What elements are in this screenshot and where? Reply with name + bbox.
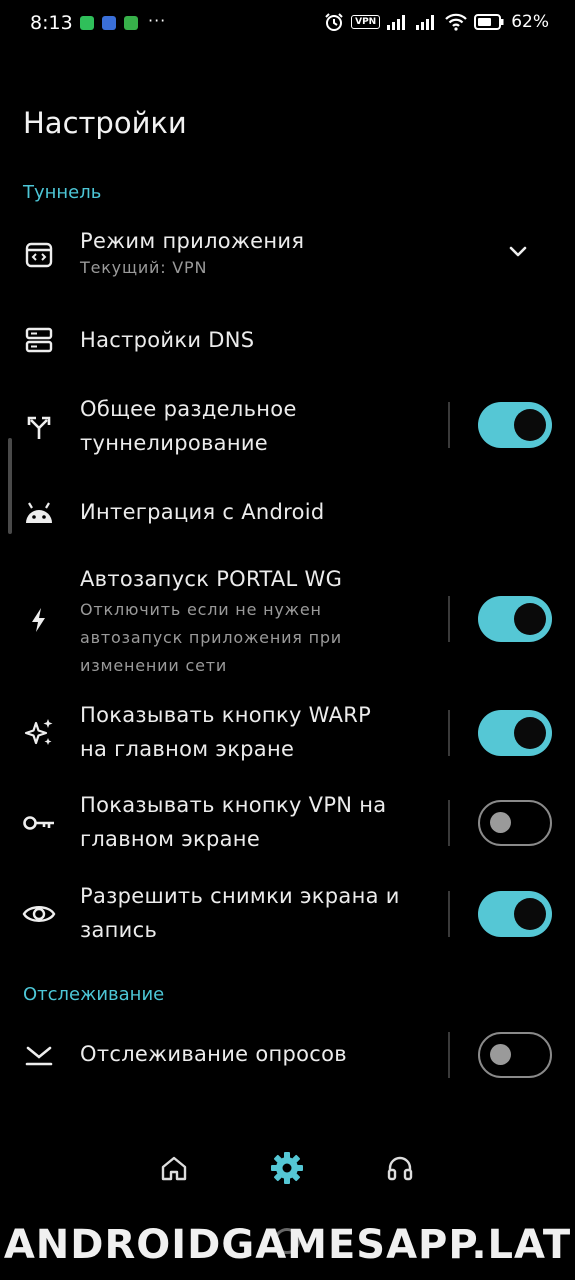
headset-icon: [387, 1156, 413, 1181]
app-notification-icon: [124, 15, 138, 30]
split-arrows-icon: [22, 410, 56, 444]
chevron-down-icon[interactable]: [505, 243, 531, 261]
divider: [448, 800, 450, 846]
battery-icon: [474, 14, 504, 30]
android-title: Интеграция с Android: [80, 500, 325, 524]
split-title-line2: туннелирование: [80, 431, 269, 455]
setting-allow-screenshots[interactable]: Разрешить снимки экрана и запись: [0, 879, 575, 951]
scrollbar[interactable]: [8, 438, 12, 534]
divider: [448, 891, 450, 937]
watermark: ANDROIDGAMESAPP.LAT: [3, 1222, 572, 1268]
bottom-navigation: [0, 1138, 575, 1198]
screenshots-title-line2: запись: [80, 918, 158, 942]
setting-split-tunneling[interactable]: Общее раздельное туннелирование: [0, 390, 575, 462]
dns-title: Настройки DNS: [80, 328, 255, 352]
status-bar: 8:13 ··· VPN 62%: [0, 0, 575, 48]
android-icon: [22, 496, 56, 530]
setting-show-vpn-button[interactable]: Показывать кнопку VPN на главном экране: [0, 788, 575, 860]
status-time: 8:13: [30, 12, 73, 34]
key-icon: [22, 806, 56, 840]
screenshots-title-line1: Разрешить снимки экрана и: [80, 884, 400, 908]
page-title: Настройки: [23, 106, 187, 140]
autostart-subtitle-line3: изменении сети: [80, 656, 228, 675]
setting-dns[interactable]: Настройки DNS: [0, 316, 575, 364]
vpn-button-title-line2: главном экране: [80, 827, 261, 851]
warp-button-toggle[interactable]: [478, 710, 552, 756]
setting-show-warp-button[interactable]: Показывать кнопку WARP на главном экране: [0, 698, 575, 770]
setting-android-integration[interactable]: Интеграция с Android: [0, 490, 575, 536]
tracking-icon: [22, 1038, 56, 1072]
nav-support[interactable]: [370, 1138, 430, 1198]
eye-icon: [22, 897, 56, 931]
signal-icon: [416, 15, 435, 30]
warp-title-line2: на главном экране: [80, 737, 295, 761]
divider: [448, 710, 450, 756]
divider: [448, 1032, 450, 1078]
autostart-subtitle-line2: автозапуск приложения при: [80, 628, 343, 647]
nav-settings[interactable]: [257, 1138, 317, 1198]
battery-percent: 62%: [511, 12, 549, 32]
app-notification-icon: [102, 15, 116, 30]
screenshots-toggle[interactable]: [478, 891, 552, 937]
split-title-line1: Общее раздельное: [80, 397, 297, 421]
vpn-button-toggle[interactable]: [478, 800, 552, 846]
divider: [448, 402, 450, 448]
warp-title-line1: Показывать кнопку WARP: [80, 703, 372, 727]
home-icon: [161, 1156, 187, 1181]
section-header-tracking: Отслеживание: [23, 984, 165, 1005]
setting-polling-tracking[interactable]: Отслеживание опросов: [0, 1031, 575, 1079]
whatsapp-icon: [80, 15, 94, 30]
bolt-icon: [22, 603, 56, 637]
vpn-status-icon: VPN: [351, 15, 381, 29]
code-window-icon: [22, 238, 56, 272]
setting-autostart[interactable]: Автозапуск PORTAL WG Отключить если не н…: [0, 562, 575, 678]
vpn-button-title-line1: Показывать кнопку VPN на: [80, 793, 387, 817]
polling-toggle[interactable]: [478, 1032, 552, 1078]
wifi-icon: [445, 13, 467, 31]
signal-icon: [387, 15, 406, 30]
nav-home[interactable]: [144, 1138, 204, 1198]
setting-app-mode[interactable]: Режим приложения Текущий: VPN: [0, 222, 575, 288]
dns-server-icon: [22, 323, 56, 357]
sparkles-icon: [22, 716, 56, 750]
divider: [448, 596, 450, 642]
more-notifications-icon: ···: [148, 11, 167, 30]
autostart-title: Автозапуск PORTAL WG: [80, 567, 343, 591]
autostart-toggle[interactable]: [478, 596, 552, 642]
notification-icons: ···: [80, 11, 166, 30]
app-mode-subtitle: Текущий: VPN: [80, 258, 208, 277]
app-mode-title: Режим приложения: [80, 229, 305, 253]
split-tunneling-toggle[interactable]: [478, 402, 552, 448]
gear-icon: [271, 1152, 303, 1184]
polling-title: Отслеживание опросов: [80, 1042, 347, 1066]
alarm-icon: [325, 13, 343, 31]
system-status-icons: VPN 62%: [324, 12, 549, 32]
section-header-tunnel: Туннель: [23, 182, 102, 203]
autostart-subtitle-line1: Отключить если не нужен: [80, 600, 322, 619]
